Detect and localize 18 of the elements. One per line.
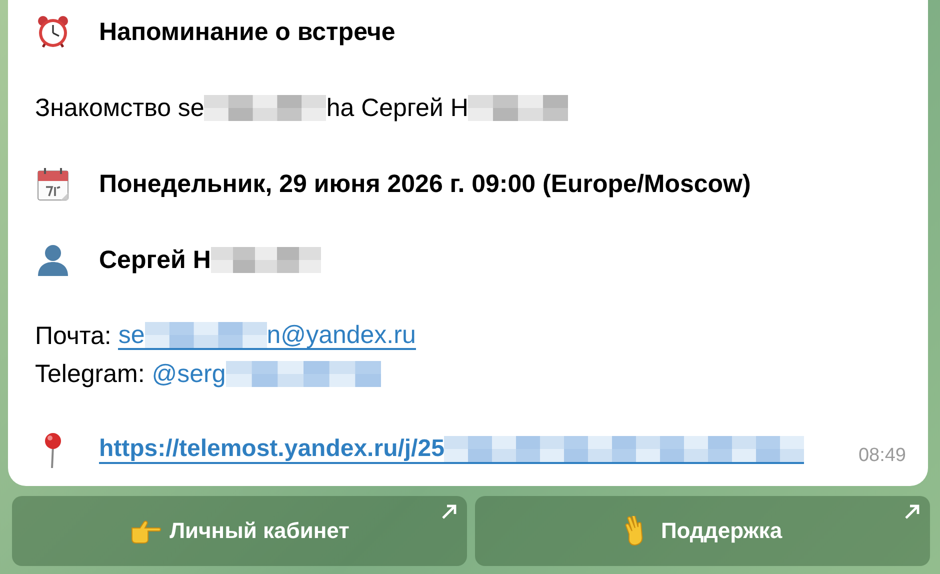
person-silhouette-icon — [35, 242, 71, 278]
meeting-date: Понедельник, 29 июня 2026 г. 09:00 (Europe/Moscow) — [99, 169, 751, 200]
message-time: 08:49 — [858, 444, 906, 468]
contact-label: Почта: — [35, 321, 112, 352]
inline-button[interactable]: Личный кабинет — [12, 496, 467, 566]
arrow-icon — [441, 504, 457, 520]
pointing-hand-icon — [130, 518, 162, 544]
person-name: Сергей Н — [99, 241, 321, 279]
arrow-icon — [904, 504, 920, 520]
alarm-clock-icon — [35, 14, 71, 50]
meeting-link[interactable]: https://telemost.yandex.ru/j/25 — [99, 436, 804, 464]
contact-label: Telegram: — [35, 359, 145, 390]
inline-button[interactable]: Поддержка — [475, 496, 930, 566]
username-link[interactable]: @serg — [152, 355, 381, 393]
email-link[interactable]: se n@yandex.ru — [118, 322, 416, 350]
meeting-subject: Знакомство se ha Сергей Н — [35, 89, 906, 127]
calendar-icon — [35, 166, 71, 202]
message-title: Напоминание о встрече — [99, 17, 396, 48]
